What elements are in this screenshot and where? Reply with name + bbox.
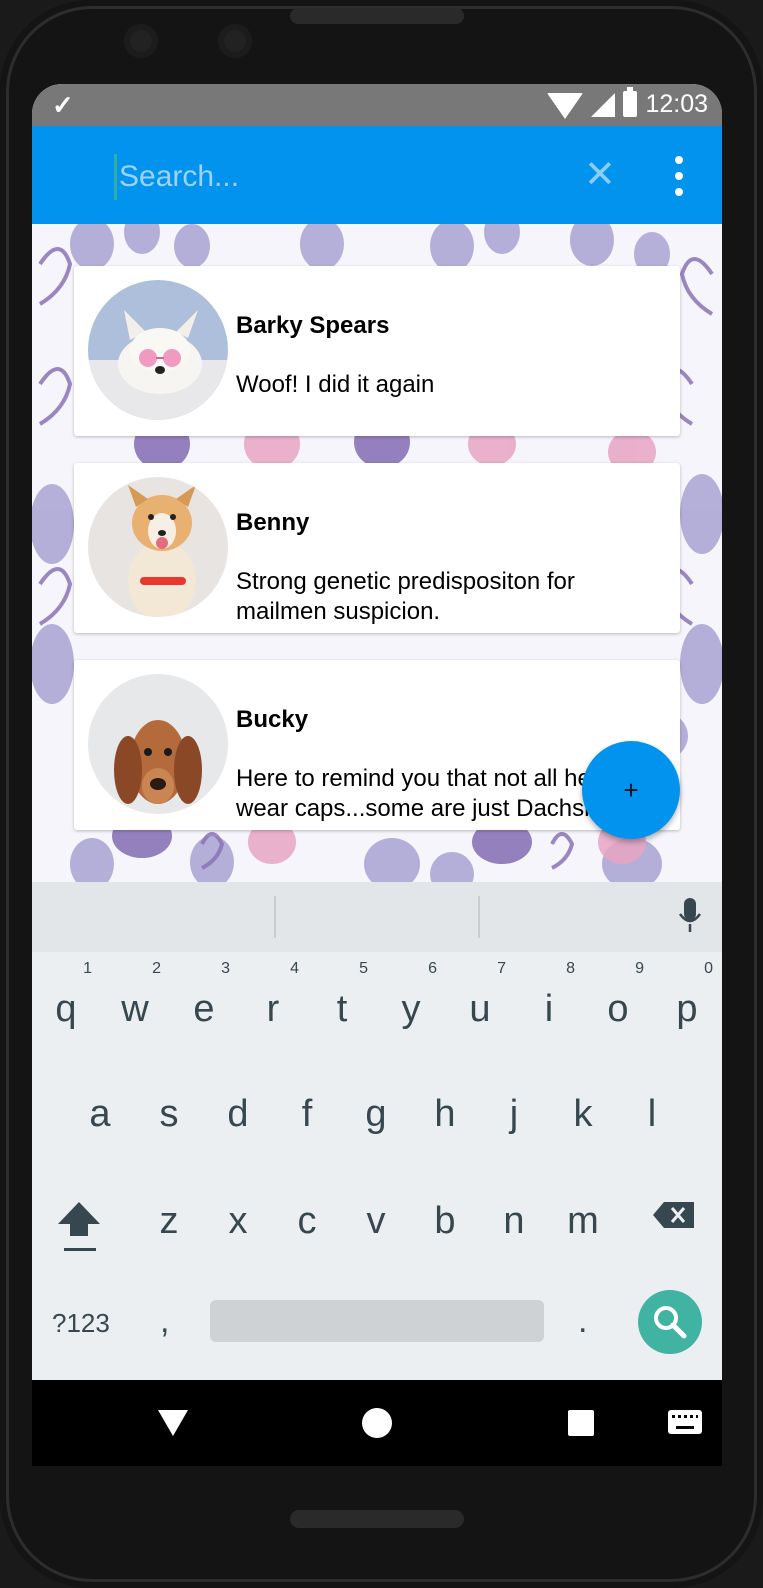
key-l[interactable]: l <box>622 1067 682 1147</box>
dog-description: Woof! I did it again <box>236 371 435 398</box>
dog-avatar <box>88 280 228 420</box>
add-dog-button[interactable]: + <box>582 741 680 839</box>
key-r[interactable]: 4r <box>243 960 303 1042</box>
symbols-key[interactable]: ?123 <box>52 1308 110 1339</box>
key-b[interactable]: b <box>415 1174 475 1254</box>
microphone-icon[interactable] <box>678 898 702 934</box>
bottom-speaker <box>290 1510 464 1528</box>
key-p[interactable]: 0p <box>657 960 717 1042</box>
key-d[interactable]: d <box>208 1067 268 1147</box>
key-a[interactable]: a <box>70 1067 130 1147</box>
key-s[interactable]: s <box>139 1067 199 1147</box>
soft-keyboard: 1q 2w 3e 4r 5t 6y 7u 8i 9o 0p a s d f g … <box>32 882 722 1380</box>
recent-apps-icon[interactable] <box>568 1410 594 1436</box>
key-q[interactable]: 1q <box>36 960 96 1042</box>
earpiece-speaker <box>290 8 464 24</box>
status-time: 12:03 <box>645 89 708 118</box>
front-sensor <box>218 24 252 58</box>
suggestion-strip <box>32 882 722 952</box>
shift-icon[interactable] <box>56 1198 102 1254</box>
key-e[interactable]: 3e <box>174 960 234 1042</box>
key-c[interactable]: c <box>277 1174 337 1254</box>
home-icon[interactable] <box>362 1408 392 1438</box>
screen: ✓ 12:03 ✕ <box>32 84 722 1466</box>
front-camera <box>124 24 158 58</box>
navigation-bar <box>32 1380 722 1466</box>
keyboard-switch-icon[interactable] <box>668 1410 702 1434</box>
download-done-icon: ✓ <box>52 90 74 120</box>
dog-name: Barky Spears <box>236 312 390 339</box>
key-y[interactable]: 6y <box>381 960 441 1042</box>
key-v[interactable]: v <box>346 1174 406 1254</box>
dog-avatar <box>88 674 228 814</box>
key-m[interactable]: m <box>553 1174 613 1254</box>
search-icon <box>654 1306 687 1339</box>
key-u[interactable]: 7u <box>450 960 510 1042</box>
dog-name: Bucky <box>236 706 309 733</box>
search-input[interactable] <box>114 154 561 200</box>
app-toolbar: ✕ <box>32 126 722 242</box>
overflow-menu-icon[interactable] <box>672 156 686 196</box>
key-n[interactable]: n <box>484 1174 544 1254</box>
comma-key[interactable]: , <box>160 1302 169 1341</box>
dog-avatar <box>88 477 228 617</box>
key-w[interactable]: 2w <box>105 960 165 1042</box>
key-j[interactable]: j <box>484 1067 544 1147</box>
key-t[interactable]: 5t <box>312 960 372 1042</box>
dog-card[interactable]: Barky Spears Woof! I did it again <box>74 266 680 436</box>
dog-name: Benny <box>236 509 310 536</box>
dog-description: Strong genetic predispositon for mailmen… <box>236 568 575 625</box>
clear-search-icon[interactable]: ✕ <box>584 152 616 196</box>
key-o[interactable]: 9o <box>588 960 648 1042</box>
key-h[interactable]: h <box>415 1067 475 1147</box>
battery-icon <box>623 87 638 117</box>
keyboard-search-button[interactable] <box>638 1290 702 1354</box>
key-f[interactable]: f <box>277 1067 337 1147</box>
period-key[interactable]: . <box>578 1302 587 1341</box>
wifi-icon <box>547 93 584 119</box>
cell-signal-icon <box>591 93 616 117</box>
key-x[interactable]: x <box>208 1174 268 1254</box>
key-z[interactable]: z <box>139 1174 199 1254</box>
key-k[interactable]: k <box>553 1067 613 1147</box>
space-bar[interactable] <box>210 1300 544 1342</box>
dog-card[interactable]: Benny Strong genetic predispositon for m… <box>74 463 680 633</box>
back-icon[interactable] <box>158 1410 188 1436</box>
backspace-icon[interactable] <box>652 1200 696 1230</box>
status-bar: ✓ 12:03 <box>32 84 722 126</box>
key-g[interactable]: g <box>346 1067 406 1147</box>
key-i[interactable]: 8i <box>519 960 579 1042</box>
phone-frame: ✓ 12:03 ✕ <box>0 0 763 1588</box>
